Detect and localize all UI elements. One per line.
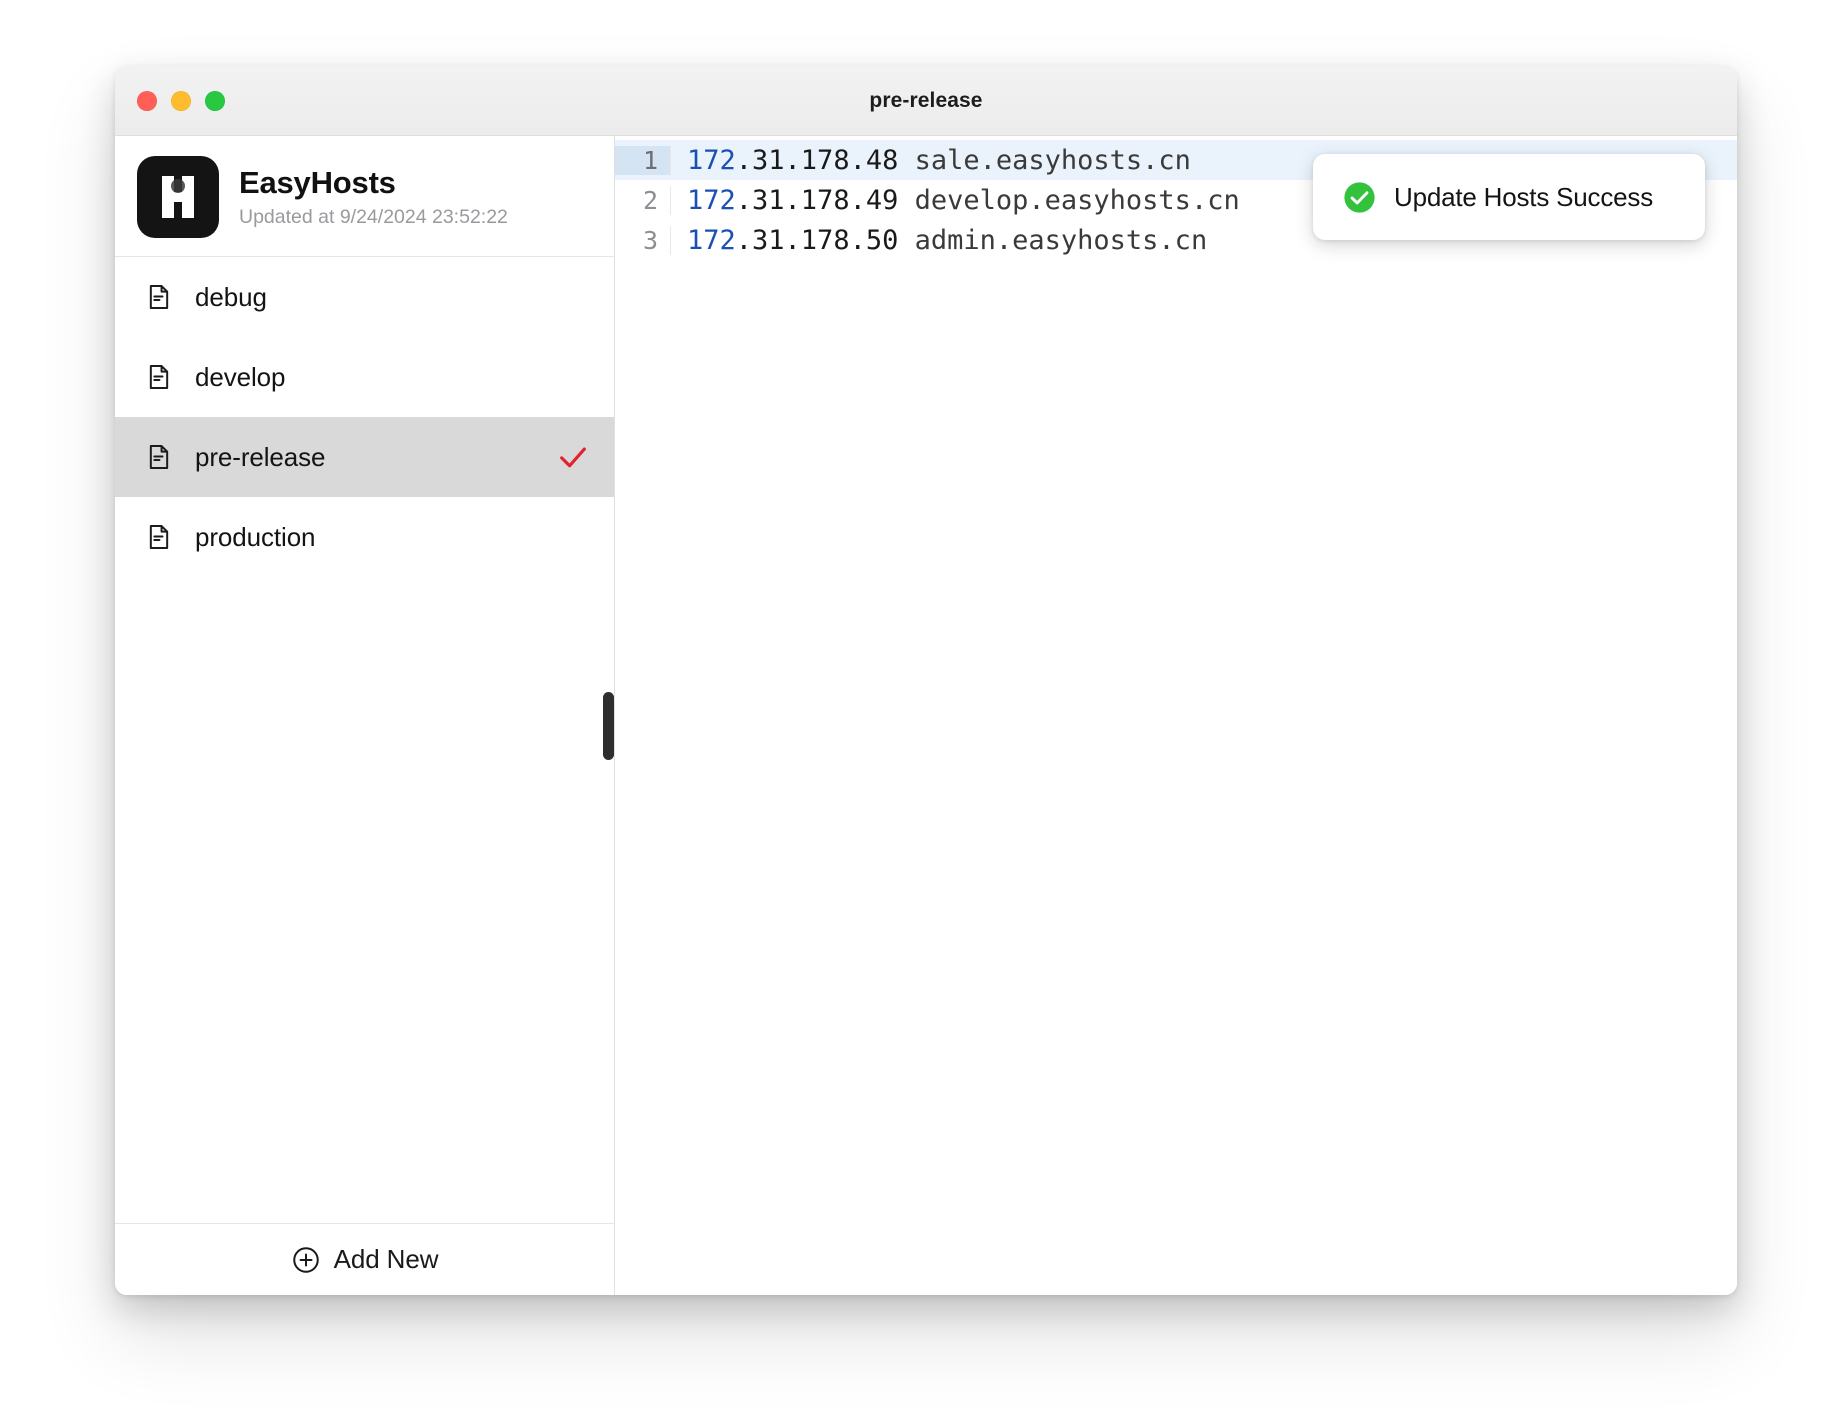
line-number: 3	[615, 225, 671, 255]
traffic-light-controls	[137, 90, 225, 111]
success-toast: Update Hosts Success	[1313, 154, 1705, 240]
sidebar-item-label: pre-release	[195, 441, 326, 472]
document-icon	[149, 365, 169, 389]
sidebar-scrollbar-thumb[interactable]	[603, 692, 614, 760]
maximize-window-button[interactable]	[205, 90, 225, 111]
ip-prefix: 172	[687, 224, 736, 256]
easyhosts-h-logo-icon	[137, 156, 219, 238]
window-body: EasyHosts Updated at 9/24/2024 23:52:22 …	[115, 136, 1737, 1295]
ip-prefix: 172	[687, 184, 736, 216]
line-content: 172.31.178.49 develop.easyhosts.cn	[671, 185, 1240, 216]
ip-rest: .31.178.48	[735, 144, 899, 176]
last-updated-label: Updated at 9/24/2024 23:52:22	[239, 205, 508, 228]
sidebar-item-label: develop	[195, 361, 286, 392]
hostname: develop.easyhosts.cn	[898, 184, 1240, 216]
add-new-label: Add New	[333, 1244, 439, 1274]
app-header: EasyHosts Updated at 9/24/2024 23:52:22	[115, 136, 614, 257]
window-title: pre-release	[869, 88, 983, 112]
document-icon	[149, 525, 169, 549]
sidebar-item-pre-release[interactable]: pre-release	[115, 417, 614, 497]
window-titlebar: pre-release	[115, 66, 1737, 136]
ip-rest: .31.178.50	[735, 224, 899, 256]
sidebar: EasyHosts Updated at 9/24/2024 23:52:22 …	[115, 136, 615, 1295]
profile-list: debug develop pre-release production	[115, 257, 614, 1223]
sidebar-footer: Add New	[115, 1223, 614, 1295]
active-checkmark-icon	[560, 447, 586, 468]
line-content: 172.31.178.48 sale.easyhosts.cn	[671, 145, 1191, 176]
sidebar-item-production[interactable]: production	[115, 497, 614, 577]
plus-circle-icon	[292, 1246, 319, 1273]
desktop-background: pre-release EasyHosts Updated at 9/24/20…	[0, 0, 1824, 1424]
line-number: 2	[615, 185, 671, 215]
app-name: EasyHosts	[239, 165, 396, 201]
success-check-circle-icon	[1344, 181, 1375, 213]
hostname: sale.easyhosts.cn	[898, 144, 1191, 176]
close-window-button[interactable]	[137, 90, 157, 111]
sidebar-item-develop[interactable]: develop	[115, 337, 614, 417]
document-icon	[149, 285, 169, 309]
hostname: admin.easyhosts.cn	[898, 224, 1208, 256]
app-meta: EasyHosts Updated at 9/24/2024 23:52:22	[239, 165, 508, 229]
sidebar-item-label: production	[195, 521, 316, 552]
sidebar-item-label: debug	[195, 281, 267, 312]
line-content: 172.31.178.50 admin.easyhosts.cn	[671, 225, 1207, 256]
line-number: 1	[615, 145, 671, 175]
app-window: pre-release EasyHosts Updated at 9/24/20…	[115, 66, 1737, 1295]
hosts-editor[interactable]: 1 172.31.178.48 sale.easyhosts.cn 2 172.…	[615, 136, 1737, 1295]
ip-rest: .31.178.49	[735, 184, 899, 216]
add-new-button[interactable]: Add New	[291, 1244, 439, 1275]
sidebar-item-debug[interactable]: debug	[115, 257, 614, 337]
toast-message: Update Hosts Success	[1394, 181, 1654, 212]
document-icon	[149, 445, 169, 469]
ip-prefix: 172	[687, 144, 736, 176]
minimize-window-button[interactable]	[171, 90, 191, 111]
